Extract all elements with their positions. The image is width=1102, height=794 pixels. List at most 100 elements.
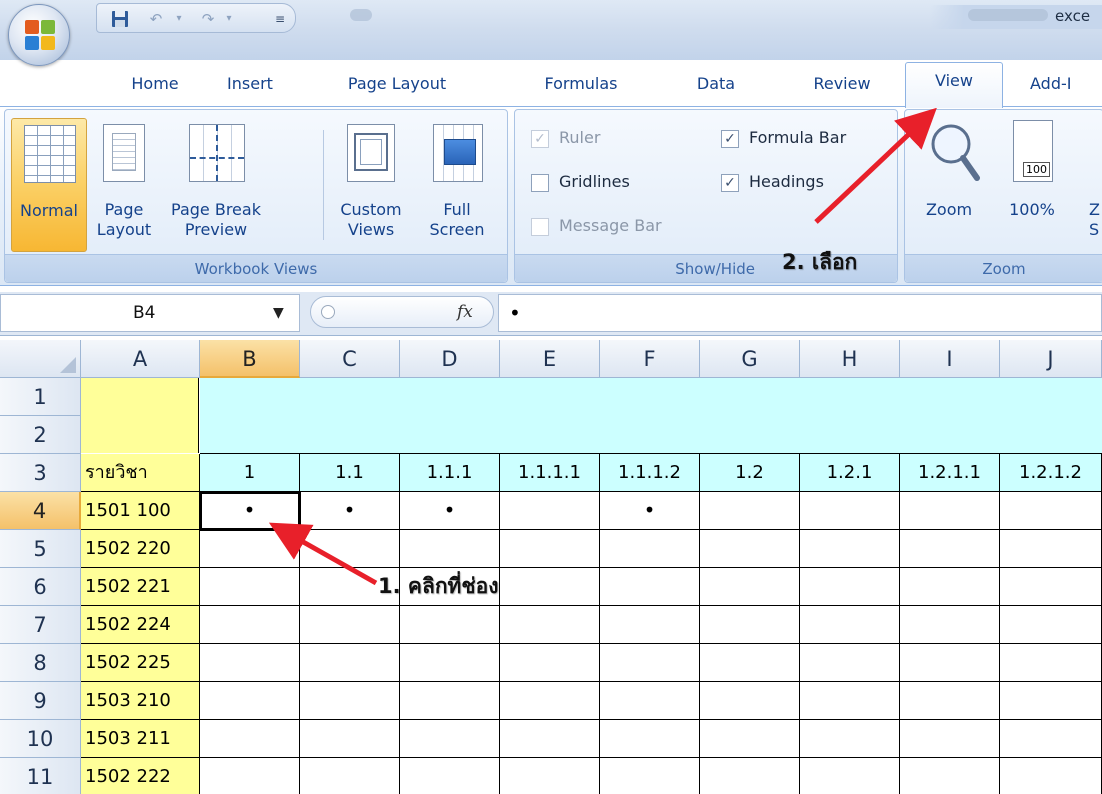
cell-i10[interactable] (900, 720, 1000, 758)
cell-h7[interactable] (800, 606, 900, 644)
cell-i9[interactable] (900, 682, 1000, 720)
select-all-button[interactable] (0, 340, 81, 378)
zoom-button[interactable]: Zoom (909, 118, 989, 252)
cell-b10[interactable] (200, 720, 300, 758)
cell-e6[interactable] (500, 568, 600, 606)
row-header-8[interactable]: 8 (0, 644, 81, 682)
column-header-g[interactable]: G (700, 340, 800, 378)
cell-j5[interactable] (1000, 530, 1102, 568)
message-bar-checkbox[interactable]: Message Bar (531, 214, 662, 238)
column-header-d[interactable]: D (400, 340, 500, 378)
cell-d11[interactable] (400, 758, 500, 794)
cell-e10[interactable] (500, 720, 600, 758)
column-header-e[interactable]: E (500, 340, 600, 378)
gridlines-checkbox[interactable]: Gridlines (531, 170, 630, 194)
redo-icon[interactable]: ↷ (197, 9, 219, 29)
cell-d8[interactable] (400, 644, 500, 682)
row-header-5[interactable]: 5 (0, 530, 81, 568)
redo-dropdown-icon[interactable]: ▾ (223, 9, 235, 29)
column-header-h[interactable]: H (800, 340, 900, 378)
tab-formulas[interactable]: Formulas (530, 70, 632, 98)
cell-f4[interactable]: • (600, 492, 700, 530)
cell-f10[interactable] (600, 720, 700, 758)
cell-d4[interactable]: • (400, 492, 500, 530)
cell-e7[interactable] (500, 606, 600, 644)
page-layout-view-button[interactable]: Page Layout (91, 118, 157, 252)
cell-c11[interactable] (300, 758, 400, 794)
header-cell-f3[interactable]: 1.1.1.2 (600, 454, 700, 492)
cell-b8[interactable] (200, 644, 300, 682)
cell-i11[interactable] (900, 758, 1000, 794)
cell-c10[interactable] (300, 720, 400, 758)
cell-a1-a2[interactable] (81, 378, 199, 453)
undo-dropdown-icon[interactable]: ▾ (173, 9, 185, 29)
insert-function-icon[interactable]: fx (457, 297, 473, 327)
column-header-b[interactable]: B (200, 340, 300, 378)
cell-e8[interactable] (500, 644, 600, 682)
page-break-preview-button[interactable]: Page Break Preview (163, 118, 269, 252)
cell-j11[interactable] (1000, 758, 1102, 794)
tab-insert[interactable]: Insert (210, 70, 290, 98)
customize-qat-icon[interactable]: ≡ (273, 9, 287, 29)
cell-b11[interactable] (200, 758, 300, 794)
tab-review[interactable]: Review (800, 70, 884, 98)
cell-c9[interactable] (300, 682, 400, 720)
office-button[interactable] (8, 4, 70, 66)
row-header-7[interactable]: 7 (0, 606, 81, 644)
cell-i4[interactable] (900, 492, 1000, 530)
full-screen-button[interactable]: Full Screen (417, 118, 497, 252)
header-cell-e3[interactable]: 1.1.1.1 (500, 454, 600, 492)
column-header-i[interactable]: I (900, 340, 1000, 378)
cell-h6[interactable] (800, 568, 900, 606)
cell-d10[interactable] (400, 720, 500, 758)
cell-i6[interactable] (900, 568, 1000, 606)
fill-handle[interactable] (296, 526, 304, 534)
cell-h5[interactable] (800, 530, 900, 568)
expand-icon[interactable] (321, 305, 335, 319)
cell-b4[interactable]: • (200, 492, 300, 530)
cell-h11[interactable] (800, 758, 900, 794)
cell-g5[interactable] (700, 530, 800, 568)
cell-g6[interactable] (700, 568, 800, 606)
cell-f7[interactable] (600, 606, 700, 644)
tab-add-ins[interactable]: Add-I (1030, 70, 1102, 98)
row-header-9[interactable]: 9 (0, 682, 81, 720)
cell-h10[interactable] (800, 720, 900, 758)
subject-cell-a4[interactable]: 1501 100 (81, 492, 200, 530)
cell-f11[interactable] (600, 758, 700, 794)
header-band[interactable] (200, 378, 1102, 454)
row-header-11[interactable]: 11 (0, 758, 81, 794)
spreadsheet-grid[interactable]: A B C D E F G H I J 1 2 3 4 5 6 7 8 9 10 11 รายวิชา 1 1.1 1.1.1 1… (0, 340, 1102, 794)
cell-c8[interactable] (300, 644, 400, 682)
subject-cell-a10[interactable]: 1503 211 (81, 720, 200, 758)
cell-g7[interactable] (700, 606, 800, 644)
column-header-f[interactable]: F (600, 340, 700, 378)
cell-c4[interactable]: • (300, 492, 400, 530)
header-cell-c3[interactable]: 1.1 (300, 454, 400, 492)
row-header-4[interactable]: 4 (0, 492, 81, 530)
ruler-checkbox[interactable]: ✓ Ruler (531, 126, 600, 150)
cell-j7[interactable] (1000, 606, 1102, 644)
cell-j4[interactable] (1000, 492, 1102, 530)
cell-b7[interactable] (200, 606, 300, 644)
header-cell-g3[interactable]: 1.2 (700, 454, 800, 492)
name-box[interactable]: B4 ▼ (0, 294, 300, 332)
column-header-a[interactable]: A (81, 340, 200, 378)
row-header-6[interactable]: 6 (0, 568, 81, 606)
header-cell-b3[interactable]: 1 (200, 454, 300, 492)
header-cell-h3[interactable]: 1.2.1 (800, 454, 900, 492)
tab-data[interactable]: Data (686, 70, 746, 98)
zoom-100-button[interactable]: 100 100% (997, 118, 1067, 252)
undo-icon[interactable]: ↶ (145, 9, 167, 29)
cell-c5[interactable] (300, 530, 400, 568)
save-icon[interactable] (109, 9, 131, 29)
cell-j10[interactable] (1000, 720, 1102, 758)
cell-j8[interactable] (1000, 644, 1102, 682)
cell-e9[interactable] (500, 682, 600, 720)
cell-i8[interactable] (900, 644, 1000, 682)
cell-j6[interactable] (1000, 568, 1102, 606)
tab-page-layout[interactable]: Page Layout (330, 70, 464, 98)
cell-b9[interactable] (200, 682, 300, 720)
subject-cell-a8[interactable]: 1502 225 (81, 644, 200, 682)
subject-cell-a9[interactable]: 1503 210 (81, 682, 200, 720)
